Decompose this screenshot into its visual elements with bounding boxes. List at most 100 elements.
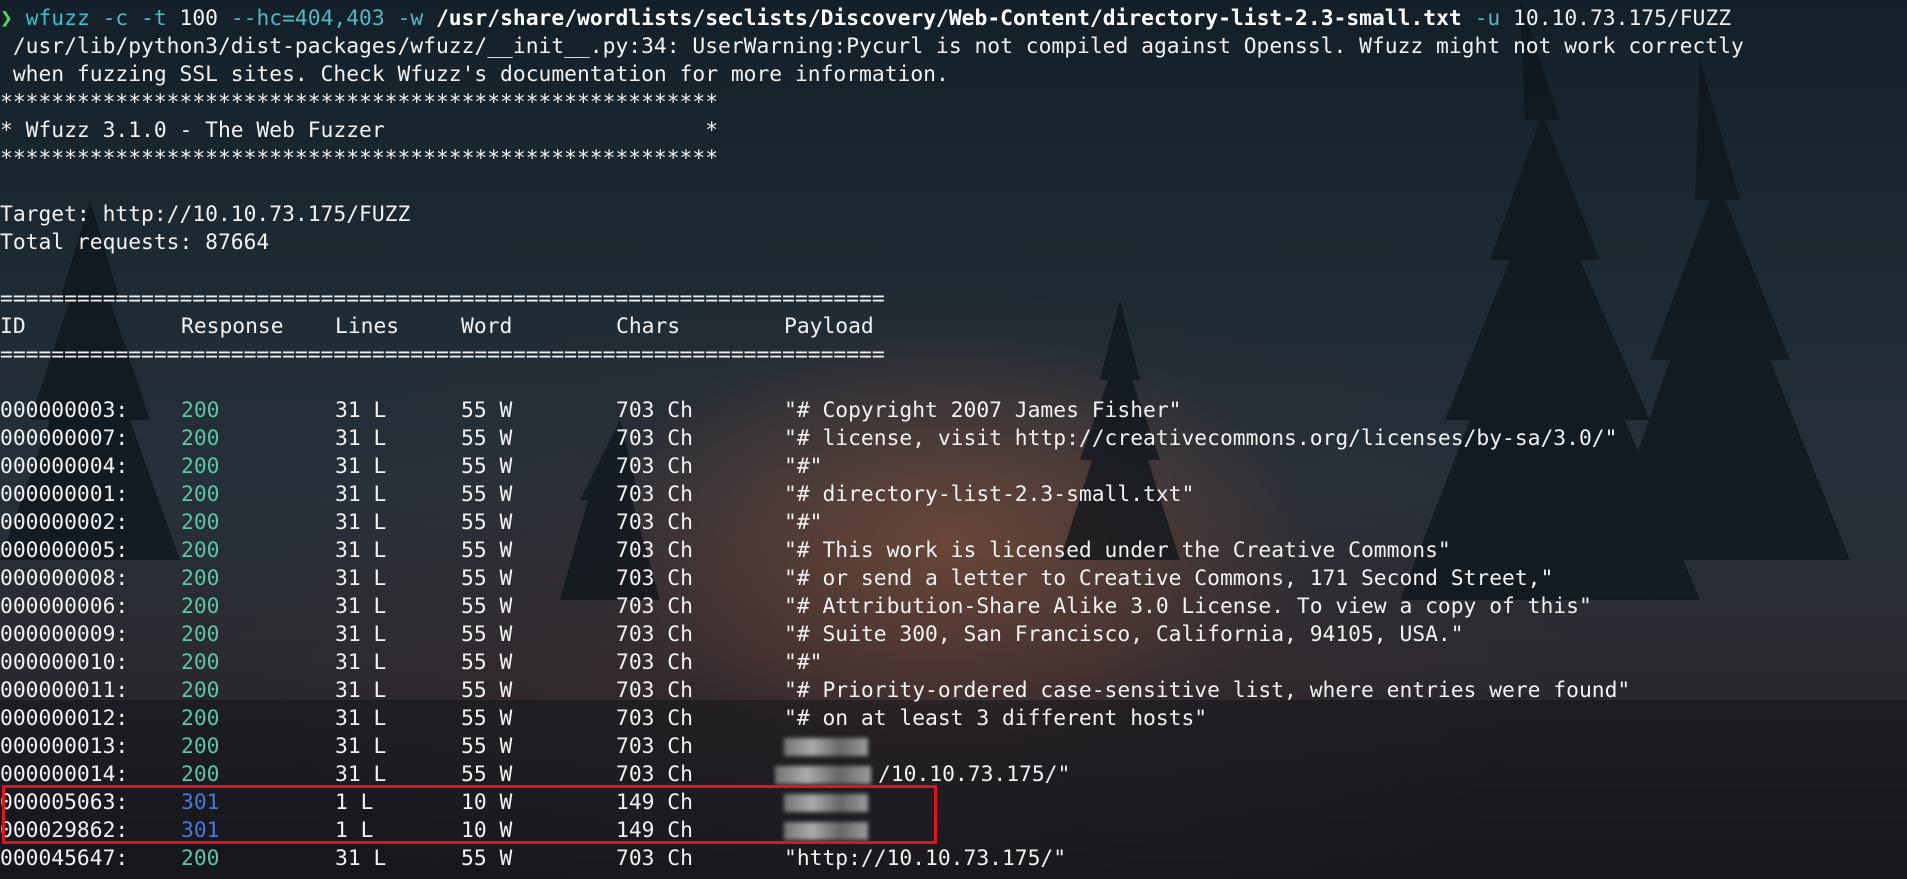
target-line: Target: http://10.10.73.175/FUZZ <box>0 202 411 227</box>
separator: ========================================… <box>0 286 885 311</box>
result-lines: 31 L <box>335 650 387 675</box>
header-response: Response <box>181 314 284 339</box>
result-lines: 31 L <box>335 482 387 507</box>
result-lines: 31 L <box>335 594 387 619</box>
result-payload: "# directory-list-2.3-small.txt" <box>784 482 1195 507</box>
result-word: 55 W <box>461 426 513 451</box>
result-id: 000000002: <box>0 510 129 535</box>
result-id: 000000010: <box>0 650 129 675</box>
result-payload: "# on at least 3 different hosts" <box>784 706 1208 731</box>
result-lines: 31 L <box>335 734 387 759</box>
result-chars: 703 Ch <box>616 678 693 703</box>
result-chars: 703 Ch <box>616 398 693 423</box>
result-lines: 31 L <box>335 678 387 703</box>
result-response: 200 <box>181 650 220 675</box>
result-chars: 703 Ch <box>616 734 693 759</box>
command-wordlist: /usr/share/wordlists/seclists/Discovery/… <box>435 6 1462 31</box>
result-row: 000000013: 200 31 L 55 W 703 Ch <box>0 733 1907 761</box>
result-response: 200 <box>181 426 220 451</box>
header-payload: Payload <box>784 314 874 339</box>
result-response: 200 <box>181 454 220 479</box>
result-response: 200 <box>181 510 220 535</box>
result-id: 000000013: <box>0 734 129 759</box>
redacted-payload <box>784 738 868 756</box>
result-chars: 703 Ch <box>616 622 693 647</box>
result-word: 55 W <box>461 538 513 563</box>
result-row: 000045647: 200 31 L 55 W 703 Ch "http://10.10… <box>0 845 1907 873</box>
result-payload: "# Priority-ordered case-sensitive list,… <box>784 678 1631 703</box>
result-row: 000000007: 200 31 L 55 W 703 Ch "# license, v… <box>0 425 1907 453</box>
result-chars: 703 Ch <box>616 566 693 591</box>
command-threads: 100 <box>179 6 218 31</box>
result-response: 200 <box>181 482 220 507</box>
result-id: 000000006: <box>0 594 129 619</box>
result-row: 000000002: 200 31 L 55 W 703 Ch "#" <box>0 509 1907 537</box>
result-chars: 703 Ch <box>616 482 693 507</box>
result-word: 55 W <box>461 734 513 759</box>
warning-line: when fuzzing SSL sites. Check Wfuzz's do… <box>0 62 949 87</box>
terminal[interactable]: ❯ wfuzz -c -t 100 --hc=404,403 -w /usr/s… <box>0 5 1907 873</box>
highlight-box <box>2 785 937 844</box>
result-word: 55 W <box>461 454 513 479</box>
header-chars: Chars <box>616 314 681 339</box>
command-options: -c -t <box>102 6 167 31</box>
result-response: 200 <box>181 398 220 423</box>
result-chars: 703 Ch <box>616 594 693 619</box>
result-response: 200 <box>181 678 220 703</box>
result-chars: 703 Ch <box>616 706 693 731</box>
result-row: 000000010: 200 31 L 55 W 703 Ch "#" <box>0 649 1907 677</box>
command-line: ❯ wfuzz -c -t 100 --hc=404,403 -w /usr/s… <box>0 5 1907 33</box>
result-row: 000000005: 200 31 L 55 W 703 Ch "# This work … <box>0 537 1907 565</box>
command-tool: wfuzz <box>25 6 90 31</box>
result-payload: "#" <box>784 510 823 535</box>
result-payload: "# or send a letter to Creative Commons,… <box>784 566 1554 591</box>
result-id: 000000005: <box>0 538 129 563</box>
result-chars: 703 Ch <box>616 650 693 675</box>
result-payload: "# Suite 300, San Francisco, California,… <box>784 622 1464 647</box>
result-id: 000000009: <box>0 622 129 647</box>
result-lines: 31 L <box>335 510 387 535</box>
result-response: 200 <box>181 538 220 563</box>
header-id: ID <box>0 314 26 339</box>
result-id: 000000003: <box>0 398 129 423</box>
result-id: 000000007: <box>0 426 129 451</box>
result-id: 000000004: <box>0 454 129 479</box>
result-chars: 703 Ch <box>616 454 693 479</box>
result-chars: 703 Ch <box>616 426 693 451</box>
result-id: 000045647: <box>0 846 129 871</box>
result-lines: 31 L <box>335 538 387 563</box>
result-word: 55 W <box>461 678 513 703</box>
result-payload: "#" <box>784 650 823 675</box>
result-word: 55 W <box>461 510 513 535</box>
result-lines: 31 L <box>335 398 387 423</box>
result-payload: "# Copyright 2007 James Fisher" <box>784 398 1182 423</box>
result-word: 55 W <box>461 846 513 871</box>
warning-line: /usr/lib/python3/dist-packages/wfuzz/__i… <box>0 34 1744 59</box>
result-response: 200 <box>181 706 220 731</box>
result-row: 000000001: 200 31 L 55 W 703 Ch "# directory-… <box>0 481 1907 509</box>
result-word: 55 W <box>461 706 513 731</box>
result-lines: 31 L <box>335 426 387 451</box>
results-header: ID Response Lines Word Chars Payload <box>0 313 1907 341</box>
result-word: 55 W <box>461 594 513 619</box>
result-lines: 31 L <box>335 706 387 731</box>
result-word: 55 W <box>461 482 513 507</box>
command-filter-options: --hc=404,403 -w <box>230 6 424 31</box>
result-response: 200 <box>181 594 220 619</box>
result-payload: "# Attribution-Share Alike 3.0 License. … <box>784 594 1592 619</box>
result-word: 55 W <box>461 398 513 423</box>
result-chars: 703 Ch <box>616 510 693 535</box>
result-id: 000000001: <box>0 482 129 507</box>
result-word: 55 W <box>461 622 513 647</box>
total-requests-line: Total requests: 87664 <box>0 230 270 255</box>
result-row: 000000008: 200 31 L 55 W 703 Ch "# or send a … <box>0 565 1907 593</box>
result-payload: "http://10.10.73.175/" <box>784 846 1067 871</box>
result-row: 000000004: 200 31 L 55 W 703 Ch "#" <box>0 453 1907 481</box>
result-lines: 31 L <box>335 454 387 479</box>
result-lines: 31 L <box>335 622 387 647</box>
result-response: 200 <box>181 734 220 759</box>
header-word: Word <box>461 314 513 339</box>
result-row: 000000006: 200 31 L 55 W 703 Ch "# Attributio… <box>0 593 1907 621</box>
result-id: 000000011: <box>0 678 129 703</box>
